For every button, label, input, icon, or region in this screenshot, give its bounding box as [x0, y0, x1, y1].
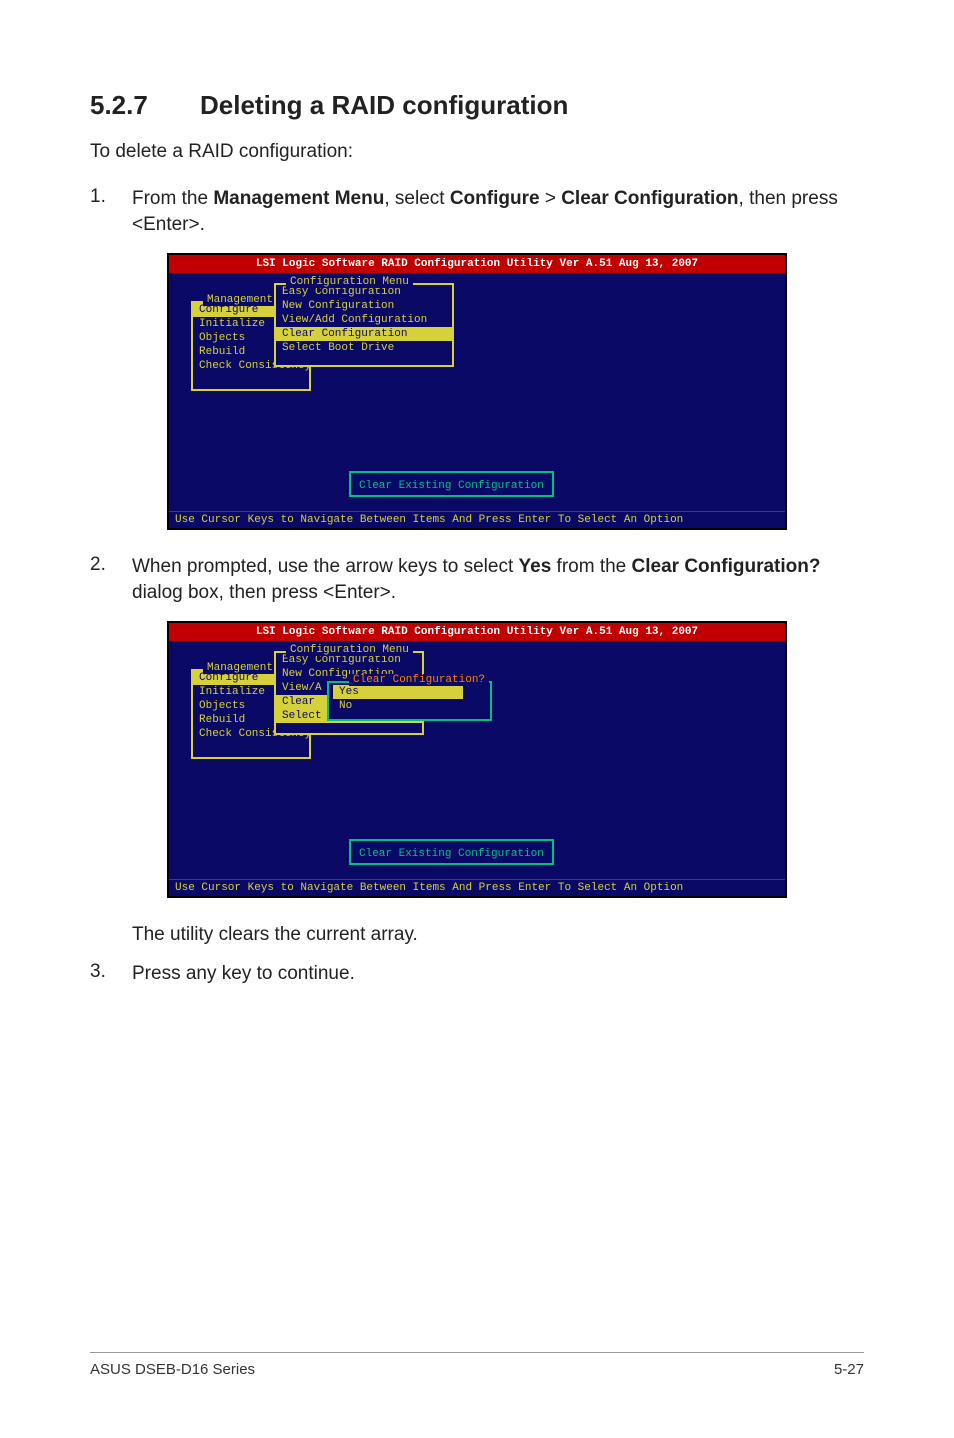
management-menu-title: Management	[203, 662, 277, 674]
cfg-item-clear[interactable]: Clear Configuration	[276, 327, 452, 341]
step-index: 3.	[90, 961, 132, 988]
step-index: 1.	[90, 186, 132, 239]
dialog-option-yes[interactable]: Yes	[333, 685, 463, 699]
after-text: The utility clears the current array.	[132, 922, 418, 949]
section-number: 5.2.7	[90, 90, 200, 121]
cfg-item-new[interactable]: New Configuration	[276, 299, 452, 313]
section-title-text: Deleting a RAID configuration	[200, 90, 568, 120]
management-menu-title: Management	[203, 294, 277, 306]
step-3: 3. Press any key to continue.	[90, 961, 864, 988]
status-text: Clear Existing Configuration	[359, 848, 544, 860]
dialog-option-no[interactable]: No	[333, 699, 490, 713]
step-2: 2. When prompted, use the arrow keys to …	[90, 554, 864, 607]
help-bar: Use Cursor Keys to Navigate Between Item…	[169, 879, 785, 896]
cfg-item-viewadd[interactable]: View/Add Configuration	[276, 313, 452, 327]
dialog-title: Clear Configuration?	[349, 674, 489, 686]
status-box: Clear Existing Configuration	[349, 839, 554, 865]
status-text: Clear Existing Configuration	[359, 480, 544, 492]
step-index: 2.	[90, 554, 132, 607]
utility-title-bar: LSI Logic Software RAID Configuration Ut…	[169, 623, 785, 641]
section-heading: 5.2.7Deleting a RAID configuration	[90, 90, 864, 121]
utility-title-bar: LSI Logic Software RAID Configuration Ut…	[169, 255, 785, 273]
status-box: Clear Existing Configuration	[349, 471, 554, 497]
screenshot-2: LSI Logic Software RAID Configuration Ut…	[167, 621, 787, 898]
cfg-item-selectboot[interactable]: Select Boot Drive	[276, 341, 452, 355]
page-footer: ASUS DSEB-D16 Series 5-27	[90, 1352, 864, 1378]
help-bar: Use Cursor Keys to Navigate Between Item…	[169, 511, 785, 528]
clear-configuration-dialog: Clear Configuration? Yes No	[327, 681, 492, 721]
footer-right: 5-27	[834, 1361, 864, 1378]
configuration-menu-title: Configuration Menu	[286, 644, 413, 656]
footer-left: ASUS DSEB-D16 Series	[90, 1361, 255, 1378]
screenshot-1: LSI Logic Software RAID Configuration Ut…	[167, 253, 787, 530]
step-text: From the Management Menu, select Configu…	[132, 186, 864, 239]
configuration-menu-title: Configuration Menu	[286, 276, 413, 288]
intro-text: To delete a RAID configuration:	[90, 139, 864, 166]
configuration-menu: Configuration Menu Easy Configuration Ne…	[274, 283, 454, 367]
after-shot2-line: The utility clears the current array.	[90, 922, 864, 949]
step-text: Press any key to continue.	[132, 961, 355, 988]
step-text: When prompted, use the arrow keys to sel…	[132, 554, 864, 607]
step-1: 1. From the Management Menu, select Conf…	[90, 186, 864, 239]
